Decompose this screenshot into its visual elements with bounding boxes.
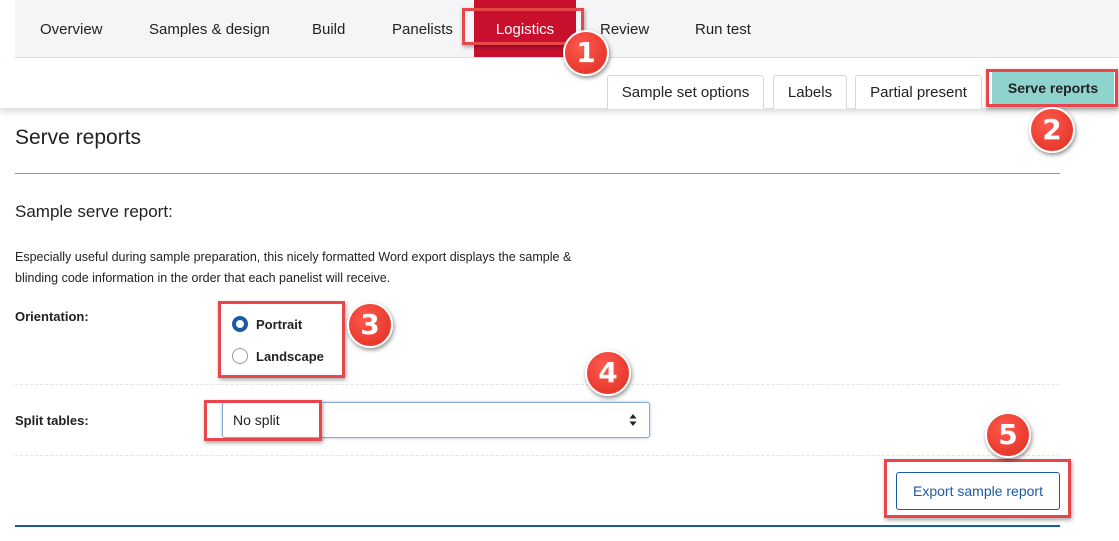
landscape-radio[interactable] [232, 348, 248, 364]
annotation-badge-1: 1 [563, 30, 609, 76]
tab-overview[interactable]: Overview [40, 0, 103, 58]
subtab-serve-reports[interactable]: Serve reports [992, 70, 1114, 104]
orientation-portrait-option[interactable]: Portrait [232, 315, 302, 333]
annotation-badge-4: 4 [585, 350, 631, 396]
page-title: Serve reports [15, 126, 142, 149]
split-tables-value: No split [233, 412, 280, 428]
field-divider [15, 455, 1060, 456]
subtab-labels[interactable]: Labels [773, 75, 847, 109]
section-description: Especially useful during sample preparat… [15, 250, 572, 285]
tab-logistics[interactable]: Logistics [474, 0, 576, 57]
export-sample-report-button[interactable]: Export sample report [896, 472, 1060, 510]
subtab-partial-present[interactable]: Partial present [855, 75, 982, 109]
annotation-badge-3: 3 [347, 302, 393, 348]
annotation-box-orientation [218, 301, 345, 378]
footer-divider [15, 525, 1060, 527]
annotation-badge-2: 2 [1029, 107, 1075, 153]
orientation-label: Orientation: [15, 309, 89, 324]
subtab-bar: Sample set options Labels Partial presen… [0, 58, 1119, 109]
split-tables-select[interactable]: No split [222, 402, 650, 438]
field-divider [15, 384, 1060, 385]
section-title: Sample serve report: [15, 202, 173, 221]
subtab-sample-set-options[interactable]: Sample set options [607, 75, 764, 109]
select-updown-icon [629, 414, 637, 426]
annotation-badge-5: 5 [985, 412, 1031, 458]
portrait-radio[interactable] [232, 316, 248, 332]
title-divider [15, 173, 1060, 174]
landscape-label: Landscape [256, 348, 324, 364]
tab-panelists[interactable]: Panelists [392, 0, 453, 58]
tab-run-test[interactable]: Run test [695, 0, 751, 58]
portrait-label: Portrait [256, 316, 303, 332]
split-tables-label: Split tables: [15, 413, 89, 428]
orientation-landscape-option[interactable]: Landscape [232, 347, 324, 365]
tab-build[interactable]: Build [312, 0, 345, 58]
tab-samples-design[interactable]: Samples & design [149, 0, 270, 58]
